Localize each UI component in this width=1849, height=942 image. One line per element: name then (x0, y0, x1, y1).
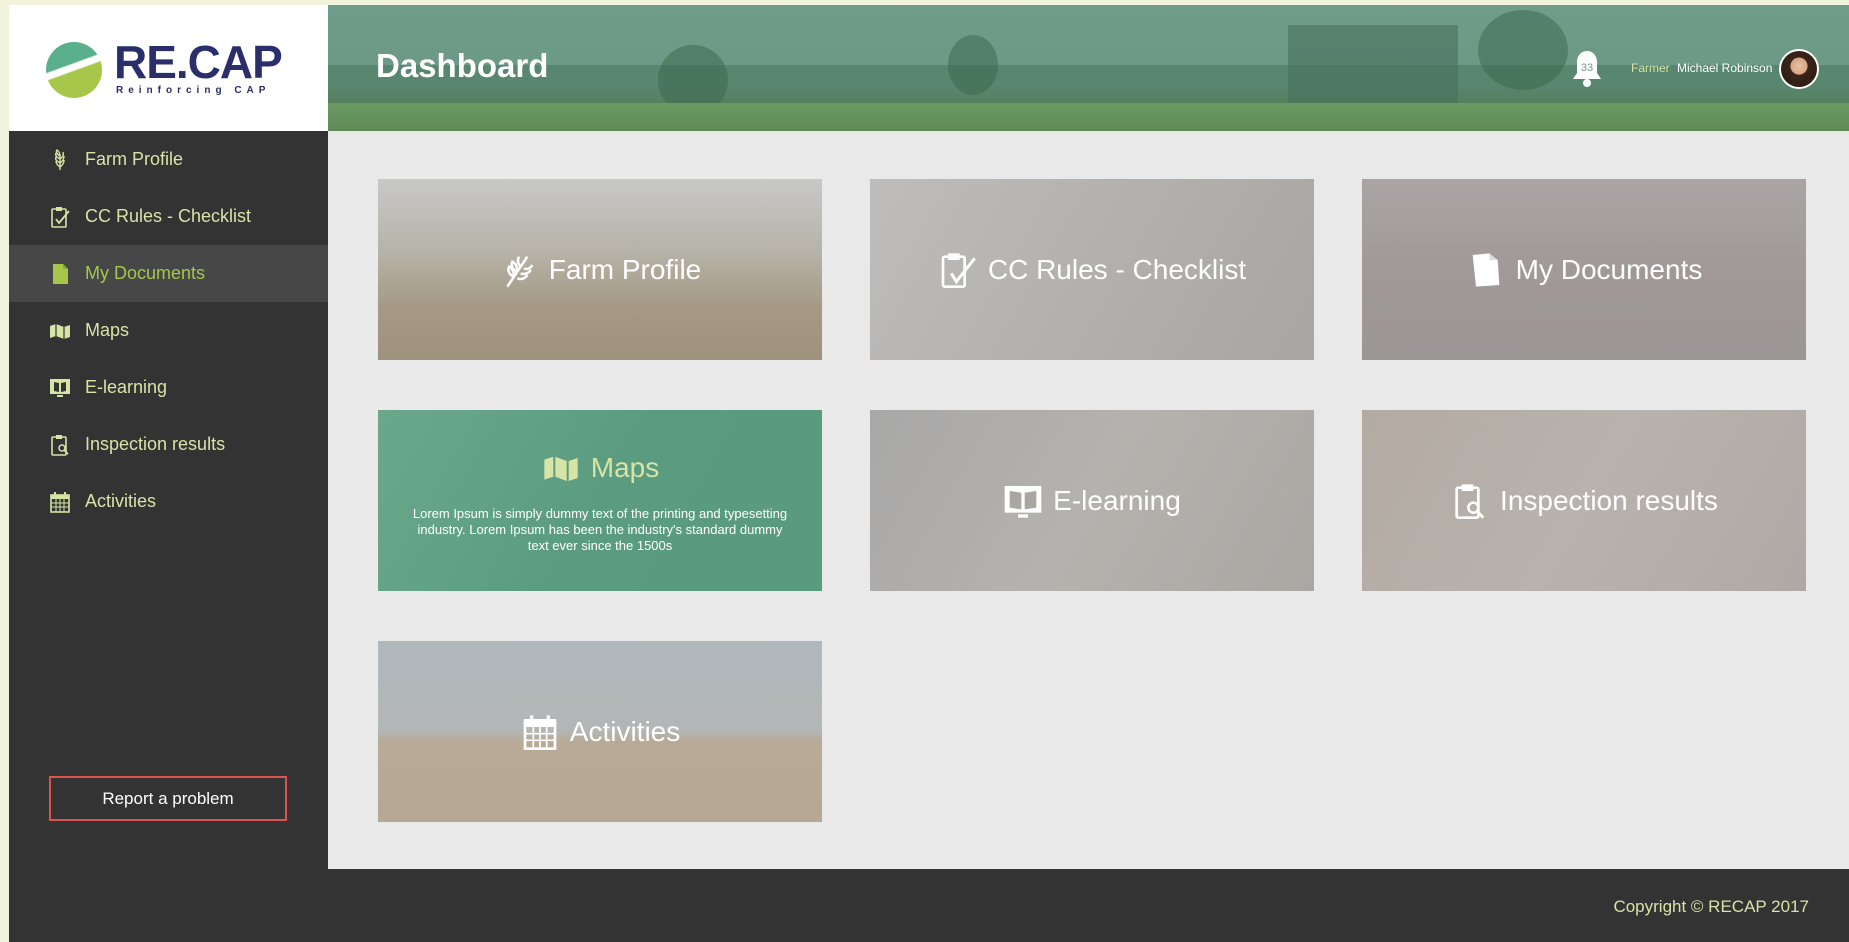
sidebar-item-cc-rules[interactable]: CC Rules - Checklist (9, 188, 328, 245)
user-name[interactable]: Michael Robinson (1677, 61, 1772, 75)
sidebar-item-label: Activities (85, 491, 157, 511)
document-icon (1472, 252, 1499, 287)
tile-description: Lorem Ipsum is simply dummy text of the … (412, 505, 788, 553)
sidebar-item-label: Maps (85, 320, 130, 340)
sidebar-item-label: CC Rules - Checklist (85, 206, 252, 226)
tile-my-documents[interactable]: My Documents (1362, 179, 1806, 360)
logo-brand: RE.CAP (114, 36, 283, 88)
tile-e-learning[interactable]: E-learning (870, 410, 1314, 591)
user-role: Farmer (1631, 61, 1670, 75)
tile-label: Farm Profile (548, 253, 702, 285)
tile-cc-rules-checklist[interactable]: CC Rules - Checklist (870, 179, 1314, 360)
calendar-icon (523, 714, 557, 750)
wheat-icon (47, 147, 73, 173)
sidebar-item-inspection-results[interactable]: Inspection results (9, 416, 328, 473)
notification-count-badge: 33 (1580, 62, 1594, 74)
sidebar-item-activities[interactable]: Activities (9, 473, 328, 530)
tile-label: Activities (569, 715, 681, 747)
sidebar-item-e-learning[interactable]: E-learning (9, 359, 328, 416)
wheat-icon (506, 255, 534, 287)
header-background (1478, 10, 1568, 90)
logo-tagline: Reinforcing CAP (116, 85, 271, 96)
book-screen-icon (47, 375, 73, 401)
map-icon (544, 455, 578, 481)
report-problem-button[interactable]: Report a problem (49, 776, 287, 821)
tile-maps[interactable]: Maps Lorem Ipsum is simply dummy text of… (378, 410, 822, 591)
tile-inspection-results[interactable]: Inspection results (1362, 410, 1806, 591)
page-title: Dashboard (376, 47, 549, 84)
sidebar-item-label: E-learning (85, 377, 168, 397)
sidebar-item-my-documents[interactable]: My Documents (9, 245, 328, 302)
sidebar: RE.CAP Reinforcing CAP Farm Profile CC R… (9, 5, 328, 942)
tile-label: CC Rules - Checklist (987, 253, 1247, 285)
tile-label: Maps (590, 451, 660, 483)
avatar[interactable] (1779, 49, 1819, 89)
sidebar-item-maps[interactable]: Maps (9, 302, 328, 359)
sidebar-item-label: My Documents (85, 263, 206, 283)
tile-label: My Documents (1515, 253, 1703, 285)
clipboard-search-icon (1455, 483, 1485, 519)
app-frame: RE.CAP Reinforcing CAP Farm Profile CC R… (9, 5, 1849, 942)
calendar-icon (47, 489, 73, 515)
tile-label: Inspection results (1500, 484, 1718, 516)
footer: Copyright © RECAP 2017 (328, 869, 1849, 942)
tile-label: E-learning (1053, 484, 1181, 516)
sidebar-item-label: Farm Profile (85, 149, 184, 169)
logo[interactable]: RE.CAP Reinforcing CAP (9, 5, 328, 131)
notifications-bell-icon[interactable]: 33 (1570, 49, 1604, 89)
tile-activities[interactable]: Activities (378, 641, 822, 822)
sidebar-nav: Farm Profile CC Rules - Checklist My Doc… (9, 131, 328, 530)
logo-mark-icon (46, 42, 102, 98)
sidebar-item-label: Inspection results (85, 434, 226, 454)
clipboard-search-icon (47, 432, 73, 458)
clipboard-check-icon (941, 252, 976, 288)
header-background (328, 103, 1849, 131)
copyright-text: Copyright © RECAP 2017 (1613, 897, 1809, 916)
tile-farm-profile[interactable]: Farm Profile (378, 179, 822, 360)
clipboard-check-icon (47, 204, 73, 230)
header-background (948, 35, 998, 95)
map-icon (47, 318, 73, 344)
sidebar-item-farm-profile[interactable]: Farm Profile (9, 131, 328, 188)
header: Dashboard 33 Farmer Michael Robinson (328, 5, 1849, 131)
document-icon (47, 261, 73, 287)
header-background (328, 65, 1849, 105)
header-background (1288, 25, 1458, 105)
book-screen-icon (1004, 485, 1042, 518)
